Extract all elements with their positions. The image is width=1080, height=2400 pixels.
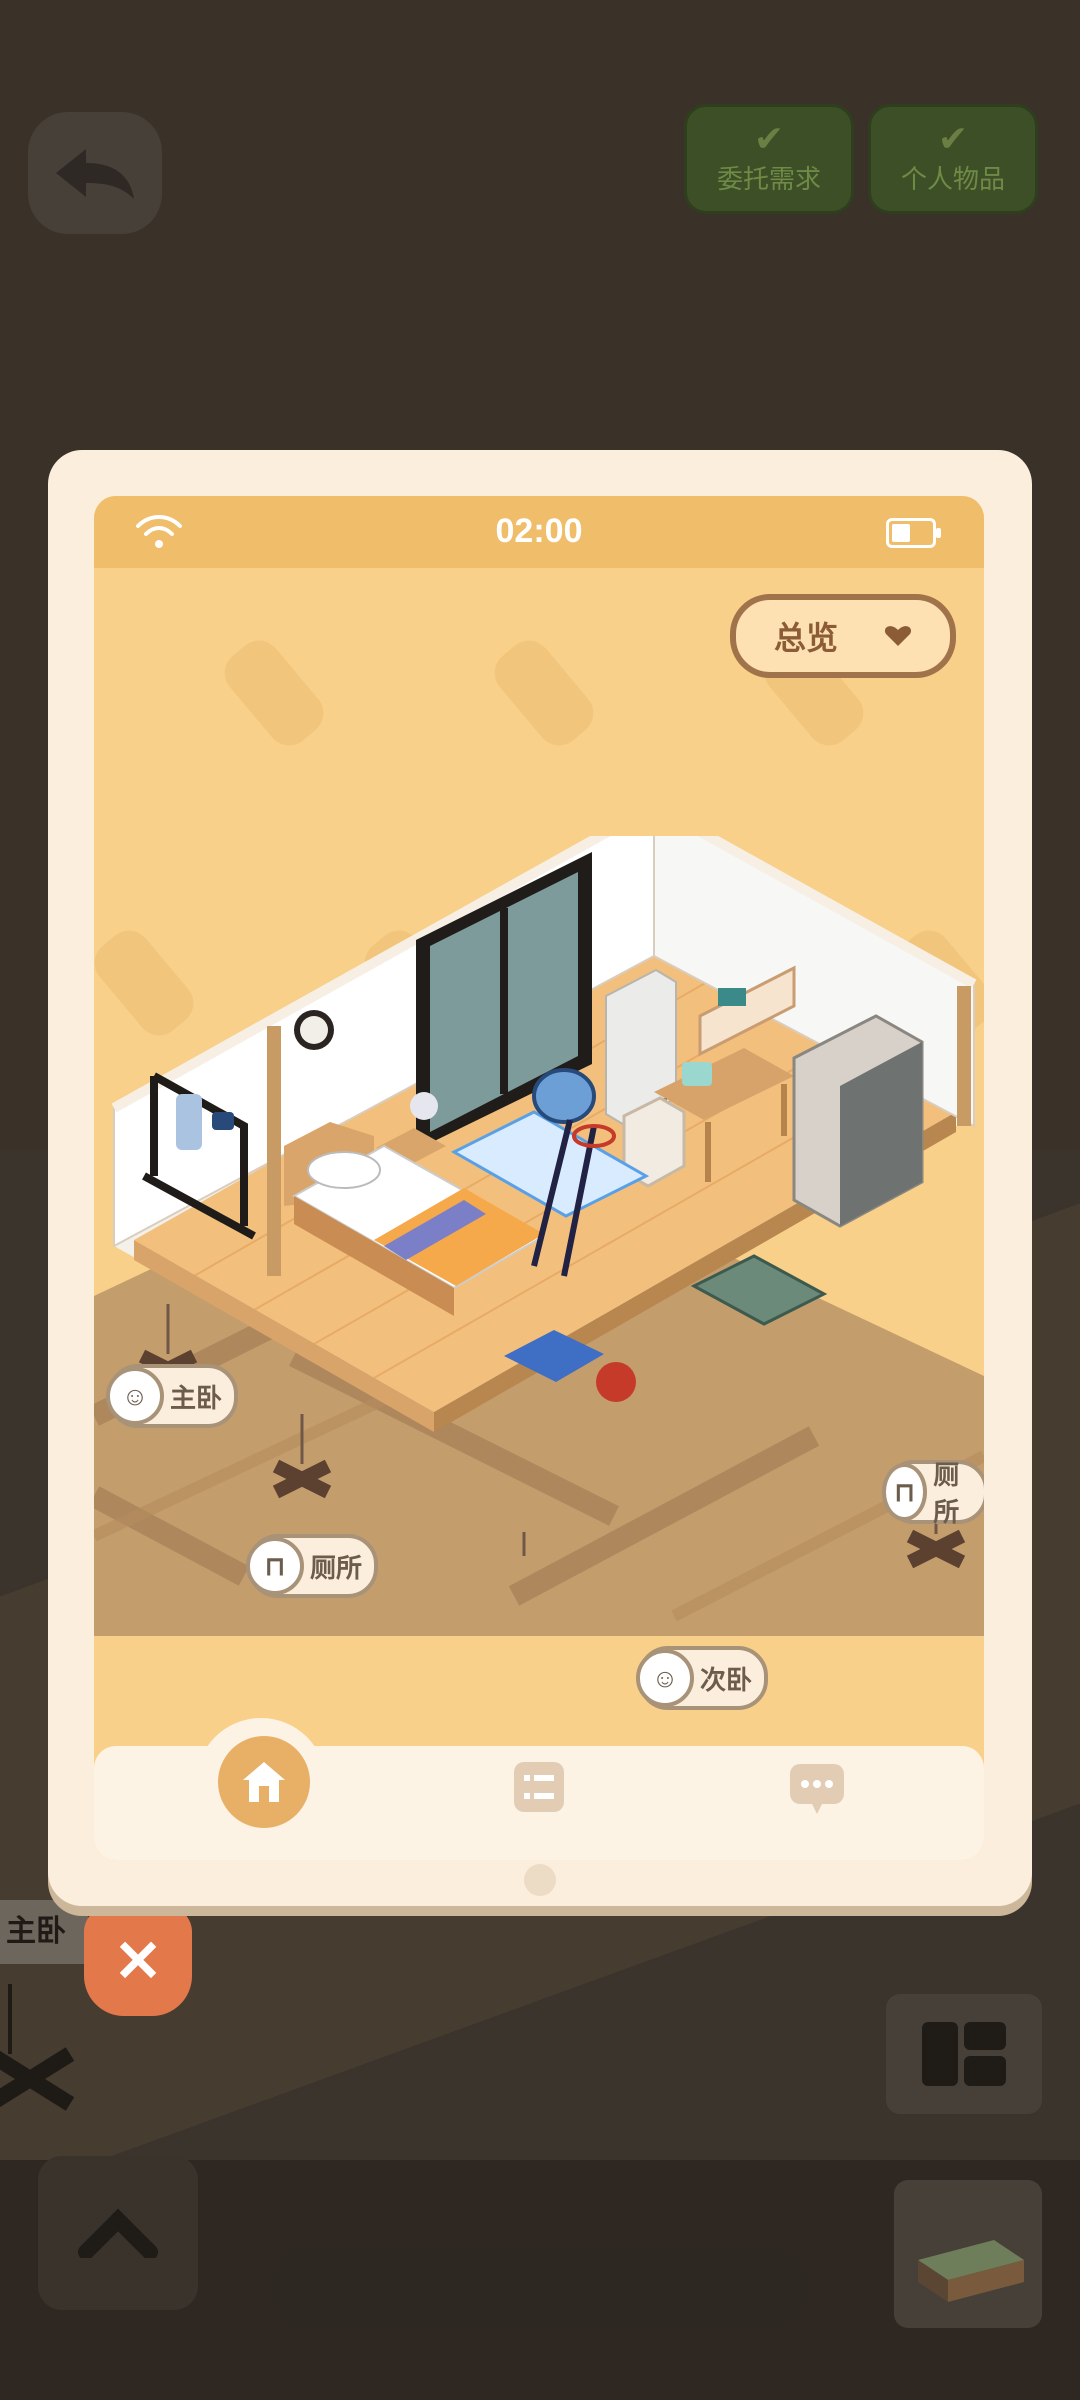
room-label-toilet[interactable]: ⊓ 厕所 (246, 1534, 379, 1598)
check-icon: ✔ (753, 118, 785, 159)
bedroom-face-icon: ☺ (106, 1367, 164, 1425)
chevron-up-icon (78, 2208, 158, 2258)
toilet-icon: ⊓ (246, 1537, 304, 1595)
heart-dropdown-icon (884, 626, 912, 646)
status-bar: 02:00 (94, 496, 984, 568)
clock: 02:00 (495, 512, 583, 550)
check-icon: ✔ (937, 118, 969, 159)
nav-home-button[interactable] (218, 1736, 310, 1828)
room-label-text: 厕所 (933, 1460, 960, 1527)
overview-label: 总览 (773, 620, 838, 656)
bottom-inventory-bar (270, 2248, 810, 2328)
overview-dropdown[interactable]: 总览 (730, 594, 956, 678)
room-label-second-bedroom[interactable]: ☺ 次卧 (636, 1646, 769, 1710)
chat-icon (801, 1780, 833, 1814)
room-label-text: 厕所 (310, 1552, 363, 1583)
nav-chat-button[interactable] (790, 1764, 844, 1814)
phone-screen: 02:00 总览 ☺ 主卧 ⊓ 厕所 ☺ 次卧 ⊓ 厕所 (94, 496, 984, 1860)
battery-icon (886, 518, 941, 548)
table-lamp-icon (410, 1092, 438, 1120)
back-arrow-icon (56, 149, 134, 199)
list-icon (524, 1775, 554, 1799)
expand-up-button[interactable] (38, 2156, 198, 2310)
commission-label: 委托需求 (716, 164, 821, 194)
close-button[interactable]: ✕ (84, 1906, 192, 2016)
commission-button[interactable]: ✔ 委托需求 (684, 104, 854, 214)
furniture-icon (918, 2240, 1024, 2302)
room-label-text: 次卧 (700, 1664, 753, 1695)
phone-home-indicator (524, 1864, 556, 1896)
furniture-button[interactable] (894, 2180, 1042, 2328)
home-icon (243, 1762, 285, 1802)
personal-items-label: 个人物品 (900, 164, 1005, 194)
room-label-master-bedroom[interactable]: ☺ 主卧 (106, 1364, 239, 1428)
room-label-toilet-right[interactable]: ⊓ 厕所 (882, 1460, 984, 1527)
bedroom-face-icon: ☺ (636, 1649, 694, 1707)
room-scene (94, 836, 984, 1636)
background-marker-icon (0, 1984, 75, 2111)
layout-button[interactable] (886, 1994, 1042, 2114)
room-label-text: 主卧 (170, 1382, 223, 1413)
back-button[interactable] (28, 112, 162, 234)
basketball-icon (596, 1362, 636, 1402)
background-room-tag: 主卧 (0, 1900, 88, 1964)
toilet-icon: ⊓ (882, 1463, 928, 1521)
layout-icon (922, 2022, 1006, 2086)
nav-list-button[interactable] (514, 1762, 564, 1812)
personal-items-button[interactable]: ✔ 个人物品 (868, 104, 1038, 214)
